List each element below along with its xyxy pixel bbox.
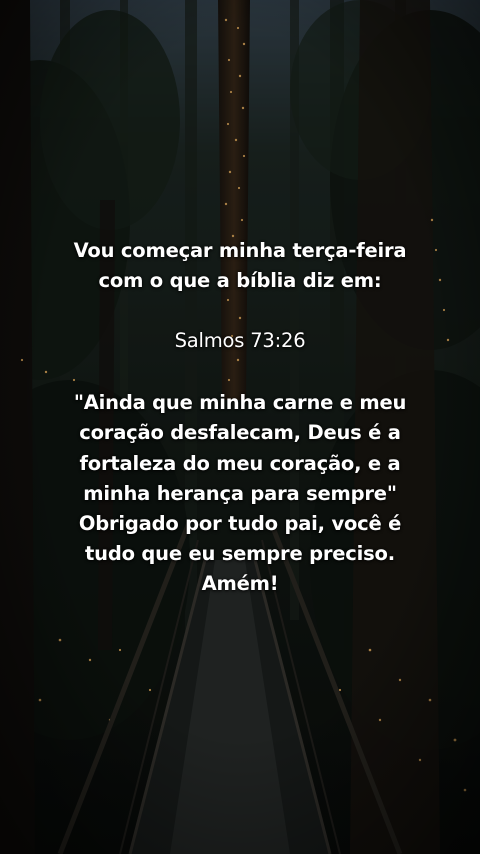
prayer-line: Obrigado por tudo pai, você é	[78, 512, 402, 535]
intro-line: com o que a bíblia diz em:	[98, 269, 382, 292]
verse-line: coração desfalecam, Deus é a	[79, 421, 401, 444]
story-screen: Vou começar minha terça-feira com o que …	[0, 0, 480, 854]
scripture-reference: Salmos 73:26	[174, 329, 306, 352]
verse-line: minha herança para sempre"	[83, 482, 397, 505]
verse-line: fortaleza do meu coração, e a	[79, 452, 401, 475]
prayer-line: Amém!	[201, 572, 279, 595]
intro-line: Vou começar minha terça-feira	[73, 239, 407, 262]
prayer-line: tudo que eu sempre preciso.	[85, 542, 395, 565]
devotional-text: Vou começar minha terça-feira com o que …	[0, 0, 480, 854]
verse-line: "Ainda que minha carne e meu	[73, 391, 407, 414]
